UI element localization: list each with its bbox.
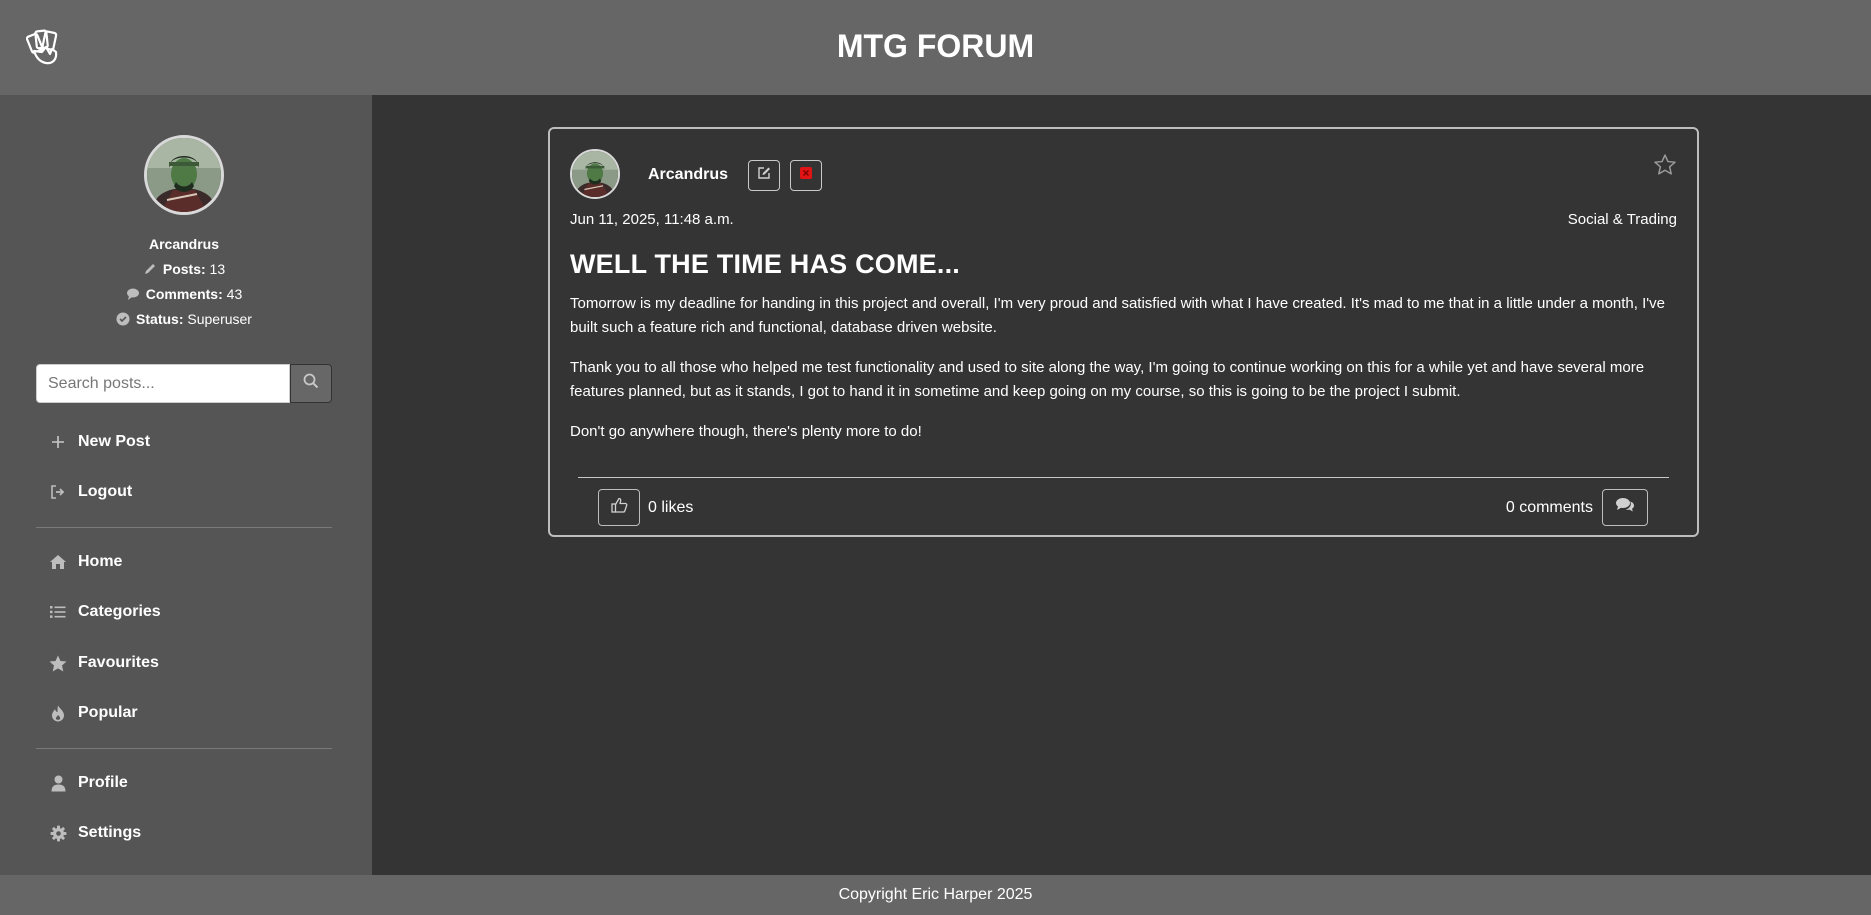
- post-card: Arcandrus Jun 11, 2025, 11:48 a.m. Socia…: [548, 127, 1699, 537]
- status-value: Superuser: [187, 311, 252, 327]
- thumbs-up-icon: [610, 497, 628, 518]
- search-input[interactable]: [36, 364, 290, 403]
- sidebar: Arcandrus Posts: 13 Comments: 43 Status:…: [0, 95, 372, 875]
- comments-count: 0 comments: [1505, 499, 1593, 516]
- check-circle-icon: [116, 312, 130, 329]
- site-footer: Copyright Eric Harper 2025: [0, 875, 1871, 915]
- comments-icon: [1615, 497, 1635, 518]
- logout-icon: [48, 482, 68, 502]
- post-date: Jun 11, 2025, 11:48 a.m.: [570, 211, 734, 228]
- comment-icon: [126, 287, 140, 304]
- like-button[interactable]: [598, 489, 640, 526]
- user-icon: [48, 773, 68, 793]
- post-author[interactable]: Arcandrus: [648, 166, 728, 184]
- post-paragraph: Thank you to all those who helped me tes…: [570, 359, 1645, 400]
- posts-stat: Posts: 13: [0, 261, 368, 279]
- new-post-label: New Post: [78, 433, 151, 450]
- comments-label: Comments:: [145, 286, 223, 302]
- profile-name: Arcandrus: [148, 236, 220, 252]
- gear-icon: [48, 823, 68, 843]
- post-paragraph: Don't go anywhere though, there's plenty…: [570, 423, 922, 440]
- sidebar-divider: [36, 527, 332, 528]
- edit-post-button[interactable]: [748, 160, 780, 191]
- logout-label: Logout: [78, 483, 133, 500]
- status-label: Status:: [136, 311, 184, 327]
- comments-count: 43: [226, 286, 243, 302]
- favourites-label: Favourites: [78, 654, 159, 671]
- sidebar-item-home[interactable]: Home: [36, 542, 332, 582]
- comments-stat: Comments: 43: [0, 286, 368, 304]
- site-header: MTG FORUM: [0, 0, 1871, 95]
- likes-count: 0 likes: [648, 499, 694, 516]
- avatar[interactable]: [144, 135, 224, 215]
- sidebar-item-popular[interactable]: Popular: [36, 693, 332, 733]
- logout-button[interactable]: Logout: [36, 472, 332, 512]
- posts-label: Posts:: [162, 261, 206, 277]
- post-title: WELL THE TIME HAS COME...: [570, 249, 961, 279]
- home-label: Home: [78, 553, 123, 570]
- post-divider: [578, 477, 1669, 478]
- search-icon: [303, 373, 319, 394]
- sidebar-item-categories[interactable]: Categories: [36, 592, 332, 632]
- posts-count: 13: [209, 261, 226, 277]
- fire-icon: [48, 703, 68, 723]
- profile-label: Profile: [78, 774, 128, 791]
- settings-label: Settings: [78, 824, 142, 841]
- search-form: [36, 364, 332, 404]
- sidebar-item-settings[interactable]: Settings: [36, 813, 332, 853]
- plus-icon: [48, 432, 68, 452]
- sidebar-item-favourites[interactable]: Favourites: [36, 643, 332, 683]
- copyright-text: Copyright Eric Harper 2025: [838, 886, 1033, 903]
- sidebar-divider: [36, 748, 332, 749]
- pencil-icon: [143, 262, 157, 279]
- favourite-star-icon[interactable]: [1654, 154, 1678, 178]
- delete-icon: [799, 166, 813, 185]
- comments-button[interactable]: [1602, 489, 1648, 526]
- post-body: Tomorrow is my deadline for handing in t…: [570, 292, 1680, 460]
- delete-post-button[interactable]: [790, 160, 822, 191]
- list-icon: [48, 602, 68, 622]
- site-title[interactable]: MTG FORUM: [0, 0, 1871, 95]
- star-icon: [48, 653, 68, 673]
- popular-label: Popular: [78, 704, 138, 721]
- edit-icon: [757, 166, 771, 185]
- home-icon: [48, 552, 68, 572]
- post-author-avatar[interactable]: [570, 149, 620, 199]
- categories-label: Categories: [78, 603, 161, 620]
- search-button[interactable]: [290, 364, 332, 403]
- post-category[interactable]: Social & Trading: [1568, 211, 1677, 228]
- post-paragraph: Tomorrow is my deadline for handing in t…: [570, 295, 1665, 336]
- new-post-button[interactable]: New Post: [36, 422, 332, 462]
- sidebar-item-profile[interactable]: Profile: [36, 763, 332, 803]
- status-stat: Status: Superuser: [0, 311, 368, 329]
